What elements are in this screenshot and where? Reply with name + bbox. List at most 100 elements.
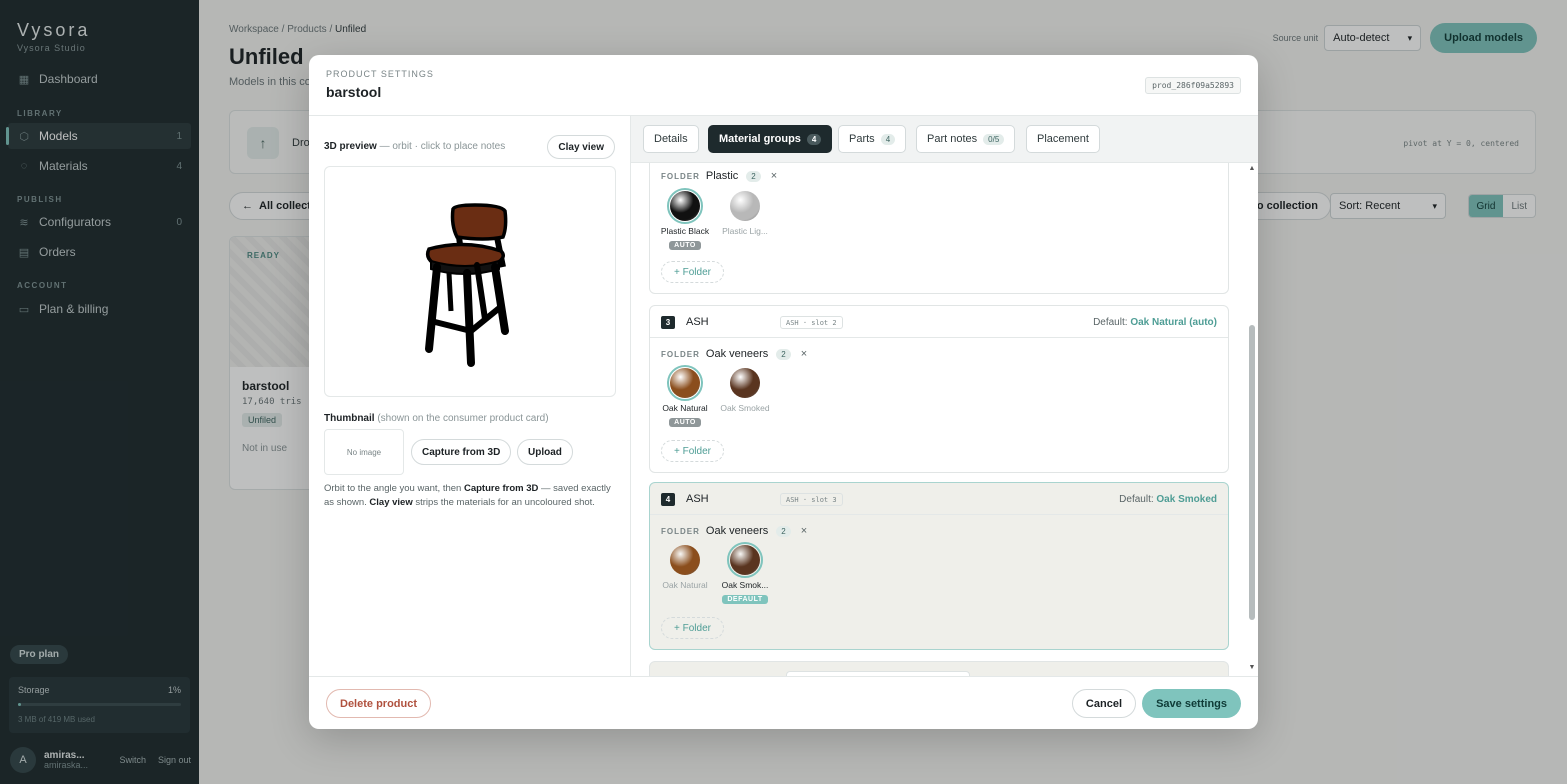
upload-thumbnail-button[interactable]: Upload: [517, 439, 573, 465]
barstool-model: [425, 203, 509, 367]
settings-pane: Details Material groups 4 Parts 4 Part n…: [631, 116, 1258, 676]
swatch-label: Oak Smok...: [721, 580, 769, 590]
folder-row: FOLDER Plastic 2 ×: [661, 170, 777, 182]
group-default: Default: Oak Natural (auto): [1093, 317, 1217, 328]
clay-view-button[interactable]: Clay view: [547, 135, 615, 159]
thumbnail-title: Thumbnail (shown on the consumer product…: [324, 413, 549, 424]
tab-count: 0/5: [983, 133, 1005, 145]
group-default: Default: Oak Smoked: [1119, 494, 1217, 505]
swatch-label: Oak Smoked: [720, 403, 770, 413]
preview-hint: — orbit · click to place notes: [379, 141, 506, 152]
tab-label: Placement: [1037, 133, 1089, 145]
folder-name: Oak veneers: [705, 348, 769, 360]
thumbnail-title-text: Thumbnail: [324, 413, 375, 424]
swatch-label: Plastic Lig...: [722, 226, 768, 236]
tab-parts[interactable]: Parts 4: [838, 125, 907, 153]
folder-name: Oak veneers: [705, 525, 769, 537]
material-ball: [730, 545, 760, 575]
tab-details[interactable]: Details: [643, 125, 699, 153]
add-folder-button[interactable]: + Folder: [661, 440, 724, 462]
modal-kicker: PRODUCT SETTINGS: [326, 69, 434, 79]
material-swatch[interactable]: Oak Natural: [655, 542, 715, 590]
hint-text: Orbit to the angle you want, then: [324, 483, 464, 494]
tab-material-groups[interactable]: Material groups 4: [708, 125, 833, 153]
swatch-label: Oak Natural: [662, 580, 708, 590]
group-number: 3: [661, 316, 675, 329]
3d-preview-viewport[interactable]: [324, 166, 616, 397]
default-prefix: Default:: [1119, 494, 1154, 505]
scrollbar[interactable]: ▲ ▼: [1248, 163, 1256, 676]
tab-placement[interactable]: Placement: [1026, 125, 1100, 153]
folder-label: FOLDER: [661, 349, 700, 359]
tab-label: Details: [654, 133, 688, 145]
hint-text: strips the materials for an uncoloured s…: [412, 497, 595, 508]
folder-row: FOLDER Oak veneers 2 ×: [661, 348, 807, 360]
modal-title: barstool: [326, 84, 382, 100]
capture-from-3d-button[interactable]: Capture from 3D: [411, 439, 512, 465]
material-ball: [730, 368, 760, 398]
tab-label: Parts: [849, 133, 875, 145]
add-folder-button[interactable]: + Folder: [661, 261, 724, 283]
save-settings-button[interactable]: Save settings: [1142, 689, 1241, 718]
group-header[interactable]: 3 ASH ASH · slot 2 Default: Oak Natural …: [650, 306, 1228, 338]
group-slot: ASH · slot 2: [780, 316, 843, 329]
swatch-label: Plastic Black: [660, 226, 710, 236]
add-folder-button[interactable]: + Folder: [661, 617, 724, 639]
material-group-partial: FOLDER Plastic 2 × Plastic Black AUTO Pl…: [649, 163, 1229, 294]
product-id: prod_286f09a52893: [1145, 77, 1241, 94]
group-name: ASH: [686, 316, 709, 328]
tab-part-notes[interactable]: Part notes 0/5: [916, 125, 1016, 153]
remove-folder-icon[interactable]: ×: [801, 348, 807, 360]
default-material: Oak Smoked: [1156, 494, 1217, 505]
preview-pane: 3D preview — orbit · click to place note…: [309, 116, 631, 676]
thumbnail-placeholder: No image: [324, 429, 404, 475]
group-header[interactable]: 4 ASH ASH · slot 3 Default: Oak Smoked: [650, 483, 1228, 515]
thumbnail-hint: (shown on the consumer product card): [377, 413, 549, 424]
default-prefix: Default:: [1093, 317, 1128, 328]
preview-title: 3D preview — orbit · click to place note…: [324, 141, 505, 152]
tab-count: 4: [880, 133, 896, 145]
scrollbar-thumb[interactable]: [1249, 325, 1255, 620]
hint-bold: Capture from 3D: [463, 483, 539, 494]
remove-folder-icon[interactable]: ×: [771, 170, 777, 182]
tab-count: 4: [806, 133, 822, 145]
material-swatch[interactable]: Oak Smoked: [715, 365, 775, 413]
folder-count: 2: [776, 525, 791, 537]
group-number: 4: [661, 493, 675, 506]
group-slot: ASH · slot 3: [780, 493, 843, 506]
preview-title-text: 3D preview: [324, 141, 377, 152]
tab-bar: Details Material groups 4 Parts 4 Part n…: [631, 116, 1258, 163]
folder-name: Plastic: [705, 170, 739, 182]
default-tag: DEFAULT: [722, 595, 768, 604]
product-settings-modal: PRODUCT SETTINGS barstool prod_286f09a52…: [309, 55, 1258, 729]
folder-count: 2: [746, 170, 761, 182]
folder-row: FOLDER Oak veneers 2 ×: [661, 525, 807, 537]
folder-label: FOLDER: [661, 171, 700, 181]
tab-label: Material groups: [719, 133, 801, 145]
folder-count: 2: [776, 348, 791, 360]
material-ball: [670, 191, 700, 221]
scroll-down-icon[interactable]: ▼: [1248, 664, 1256, 674]
material-ball: [730, 191, 760, 221]
modal-footer: Delete product Cancel Save settings: [309, 676, 1258, 729]
remove-folder-icon[interactable]: ×: [801, 525, 807, 537]
group-name: ASH: [686, 493, 709, 505]
auto-tag: AUTO: [669, 418, 701, 427]
material-swatch[interactable]: Oak Natural AUTO: [655, 365, 715, 427]
material-swatch[interactable]: Plastic Black AUTO: [655, 188, 715, 250]
swatch-label: Oak Natural: [662, 403, 708, 413]
material-groups-list[interactable]: FOLDER Plastic 2 × Plastic Black AUTO Pl…: [631, 163, 1258, 676]
thumbnail-help-text: Orbit to the angle you want, then Captur…: [324, 482, 619, 510]
cancel-button[interactable]: Cancel: [1071, 689, 1136, 718]
auto-tag: AUTO: [669, 241, 701, 250]
material-group-next: [649, 661, 1229, 676]
scroll-up-icon[interactable]: ▲: [1248, 165, 1256, 175]
tab-label: Part notes: [927, 133, 978, 145]
material-swatch[interactable]: Plastic Lig...: [715, 188, 775, 236]
delete-product-button[interactable]: Delete product: [326, 689, 432, 718]
hint-bold: Clay view: [369, 497, 413, 508]
material-swatch[interactable]: Oak Smok... DEFAULT: [715, 542, 775, 604]
folder-label: FOLDER: [661, 526, 700, 536]
material-group-3: 3 ASH ASH · slot 2 Default: Oak Natural …: [649, 305, 1229, 473]
material-group-4: 4 ASH ASH · slot 3 Default: Oak Smoked F…: [649, 482, 1229, 650]
